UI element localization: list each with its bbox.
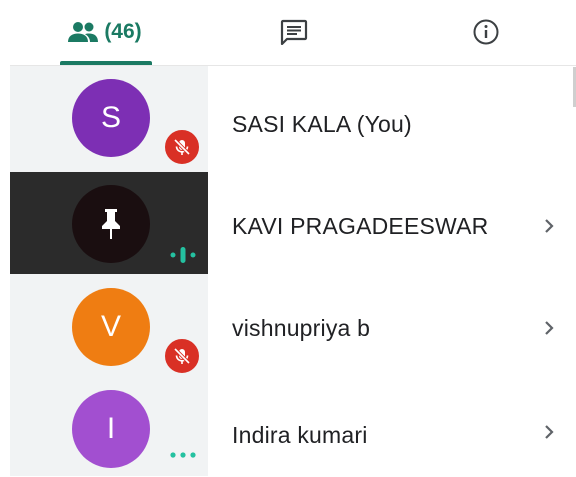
tab-bar: (46): [0, 0, 576, 65]
info-icon: [473, 19, 499, 45]
chevron-right-icon[interactable]: [540, 214, 560, 238]
participant-row[interactable]: KAVI PRAGADEESWAR: [10, 172, 576, 279]
mic-off-icon: [162, 336, 202, 376]
tab-people[interactable]: (46): [40, 0, 170, 64]
participant-row[interactable]: V vishnupriya b: [10, 274, 576, 381]
chat-icon: [280, 19, 308, 45]
mic-off-icon: [162, 127, 202, 167]
participant-name: vishnupriya b: [232, 315, 371, 341]
pin-icon: [102, 209, 120, 239]
people-icon: [68, 22, 99, 42]
avatar: S: [72, 79, 150, 157]
more-dots-icon: [170, 452, 196, 458]
participant-name: Indira kumari: [232, 422, 368, 448]
participant-name: SASI KALA (You): [232, 111, 412, 137]
participant-count: (46): [104, 20, 142, 43]
avatar: V: [72, 288, 150, 366]
speaking-icon: [170, 247, 196, 263]
chevron-right-icon[interactable]: [540, 316, 560, 340]
participant-name: KAVI PRAGADEESWAR: [232, 213, 489, 239]
chevron-right-icon[interactable]: [540, 420, 560, 444]
avatar: [72, 185, 150, 263]
tab-info[interactable]: [450, 0, 522, 64]
participant-row[interactable]: I Indira kumari: [10, 378, 576, 477]
tab-chat[interactable]: [258, 0, 330, 64]
avatar: I: [72, 390, 150, 468]
participant-row[interactable]: S SASI KALA (You): [10, 68, 576, 175]
